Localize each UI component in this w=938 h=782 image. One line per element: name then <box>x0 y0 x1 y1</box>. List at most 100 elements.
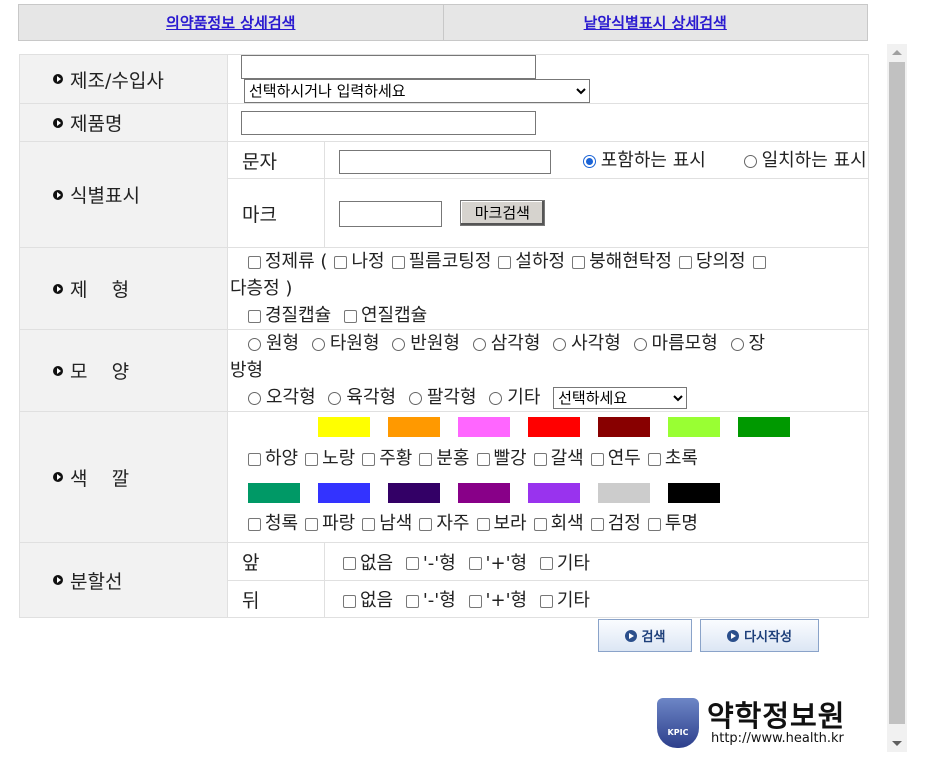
color-checkbox[interactable]: 남색 <box>362 513 412 534</box>
score-back-checkbox[interactable]: 기타 <box>539 590 590 611</box>
tab-bar: 의약품정보 상세검색 낱알식별표시 상세검색 <box>18 4 868 41</box>
color-swatch <box>388 417 440 437</box>
color-checkbox[interactable]: 주황 <box>362 448 412 469</box>
checkbox-icon <box>391 255 405 269</box>
color-checkbox[interactable]: 파랑 <box>305 513 355 534</box>
color-checkbox[interactable]: 보라 <box>476 513 527 534</box>
color-swatch <box>598 417 650 437</box>
color-checkbox[interactable]: 투명 <box>647 513 698 534</box>
form-tablet-checkbox[interactable]: 정제류 ( <box>248 251 327 272</box>
color-checkbox[interactable]: 회색 <box>533 513 584 534</box>
score-front-checkbox[interactable]: 기타 <box>539 553 590 574</box>
color-swatch <box>318 483 370 503</box>
scroll-up-icon[interactable] <box>892 50 902 55</box>
checkbox-icon <box>343 309 357 323</box>
score-label: 분할선 <box>19 542 228 618</box>
color-checkbox[interactable]: 갈색 <box>533 448 584 469</box>
form-sugar-checkbox[interactable]: 당의정 <box>678 251 746 272</box>
color-swatch <box>598 483 650 503</box>
search-form: 제조/수입사 선택하시거나 입력하세요 제품명 식별표시 문자 포함하는 표시 … <box>19 54 869 618</box>
color-checkbox[interactable]: 분홍 <box>419 448 470 469</box>
form-effervescent-checkbox[interactable]: 붕해현탁정 <box>572 251 672 272</box>
checkbox-icon <box>533 517 547 531</box>
shape-radio[interactable]: 타원형 <box>311 333 380 354</box>
color-swatch <box>528 417 580 437</box>
maker-input[interactable] <box>241 55 536 79</box>
shape-radio[interactable]: 원형 <box>248 333 299 354</box>
color-swatch <box>458 417 510 437</box>
shape-radio[interactable]: 사각형 <box>553 333 621 354</box>
color-checkbox[interactable]: 노랑 <box>305 448 355 469</box>
checkbox-icon <box>533 452 547 466</box>
marking-text-input[interactable] <box>339 149 551 174</box>
mark-search-button[interactable]: 마크검색 <box>459 199 545 226</box>
checkbox-icon <box>334 255 348 269</box>
bullet-icon <box>53 365 63 376</box>
color-swatch <box>738 417 790 437</box>
vertical-scrollbar[interactable] <box>887 44 907 752</box>
shape-radio[interactable]: 팔각형 <box>408 387 477 408</box>
bullet-icon <box>53 283 63 294</box>
checkbox-icon <box>362 517 376 531</box>
color-checkbox[interactable]: 자주 <box>419 513 470 534</box>
shape-radio[interactable]: 반원형 <box>392 333 460 354</box>
form-soft-capsule-checkbox[interactable]: 연질캡슐 <box>343 305 427 326</box>
form-sublingual-checkbox[interactable]: 설하정 <box>498 251 565 272</box>
maker-select[interactable]: 선택하시거나 입력하세요 <box>244 79 590 103</box>
score-back-checkbox[interactable]: 없음 <box>343 590 393 611</box>
color-checkbox[interactable]: 연두 <box>590 448 641 469</box>
shape-radio[interactable]: 마름모형 <box>633 333 718 354</box>
checkbox-icon <box>590 517 604 531</box>
shape-radio[interactable]: 기타 <box>489 387 540 408</box>
checkbox-icon <box>248 255 261 269</box>
form-multilayer-checkbox[interactable] <box>752 255 766 269</box>
form-plain-checkbox[interactable]: 나정 <box>334 251 385 272</box>
bullet-icon <box>53 74 63 84</box>
product-name-input[interactable] <box>241 110 536 135</box>
tab-pill-id-search[interactable]: 낱알식별표시 상세검색 <box>442 5 868 40</box>
color-swatch-row-2 <box>248 477 868 507</box>
contains-radio[interactable]: 포함하는 표시 <box>582 150 706 171</box>
color-checkbox[interactable]: 청록 <box>248 513 298 534</box>
score-back-checkbox[interactable]: '-'형 <box>405 590 456 611</box>
radio-icon <box>472 337 486 351</box>
mark-input[interactable] <box>339 200 442 227</box>
checkbox-icon <box>539 594 553 608</box>
score-front-checkbox[interactable]: '+'형 <box>468 553 527 574</box>
kpic-logo: KPIC 약학정보원 http://www.health.kr <box>657 698 845 748</box>
radio-icon <box>328 391 342 405</box>
exact-radio[interactable]: 일치하는 표시 <box>743 150 867 171</box>
logo-url: http://www.health.kr <box>711 730 844 746</box>
color-swatch <box>668 483 720 503</box>
color-checkbox[interactable]: 검정 <box>590 513 641 534</box>
radio-icon <box>248 337 261 351</box>
color-checkbox[interactable]: 빨강 <box>476 448 527 469</box>
tab-drug-detail-search[interactable]: 의약품정보 상세검색 <box>19 5 443 40</box>
checkbox-icon <box>498 255 512 269</box>
form-film-checkbox[interactable]: 필름코팅정 <box>391 251 491 272</box>
score-back-checkbox[interactable]: '+'형 <box>468 590 527 611</box>
shape-radio[interactable]: 장 <box>730 333 765 354</box>
reset-button[interactable]: 다시작성 <box>700 619 819 652</box>
shape-radio[interactable]: 오각형 <box>248 387 316 408</box>
checkbox-icon <box>476 452 490 466</box>
score-front-checkbox[interactable]: '-'형 <box>405 553 456 574</box>
shape-radio[interactable]: 삼각형 <box>472 333 540 354</box>
scroll-down-icon[interactable] <box>892 741 902 746</box>
product-label: 제품명 <box>19 103 228 142</box>
color-checkbox[interactable]: 초록 <box>647 448 698 469</box>
color-swatch <box>318 417 370 437</box>
form-hard-capsule-checkbox[interactable]: 경질캡슐 <box>248 305 331 326</box>
score-front-checkbox[interactable]: 없음 <box>343 553 393 574</box>
radio-icon <box>248 391 261 405</box>
color-swatch <box>458 483 510 503</box>
bullet-icon <box>53 472 63 482</box>
search-button[interactable]: 검색 <box>598 619 692 652</box>
checkbox-icon <box>539 557 553 570</box>
color-checkbox[interactable]: 하양 <box>248 448 298 469</box>
mark-label: 마크 <box>227 178 325 248</box>
checkbox-icon <box>248 452 261 466</box>
shape-other-select[interactable]: 선택하세요 <box>553 387 688 409</box>
scroll-thumb[interactable] <box>889 62 905 724</box>
shape-radio[interactable]: 육각형 <box>328 387 396 408</box>
